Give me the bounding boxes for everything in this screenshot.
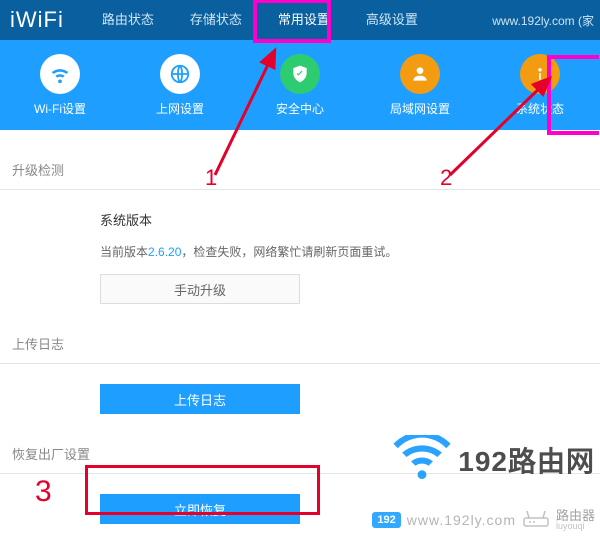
router-icon (522, 510, 550, 531)
tab-common-settings[interactable]: 常用设置 (260, 0, 348, 40)
nav-internet-settings[interactable]: 上网设置 (120, 40, 240, 130)
wifi-icon (392, 435, 452, 484)
section-title-upgrade: 升级检测 (0, 130, 600, 190)
logo: iWiFi (0, 7, 84, 33)
version-line: 当前版本2.6.20，检查失败，网络繁忙请刷新页面重试。 (100, 243, 600, 260)
tab-router-status[interactable]: 路由状态 (84, 0, 172, 40)
wifi-icon (40, 54, 80, 94)
header-url: www.192ly.com (家 (492, 12, 594, 29)
top-nav: iWiFi 路由状态 存储状态 常用设置 高级设置 www.192ly.com … (0, 0, 600, 40)
annotation-3: 3 (35, 475, 52, 509)
tab-storage-status[interactable]: 存储状态 (172, 0, 260, 40)
nav-label: 系统状态 (516, 100, 564, 117)
upload-log-button[interactable]: 上传日志 (100, 384, 300, 414)
nav-lan-settings[interactable]: 局域网设置 (360, 40, 480, 130)
restore-now-button[interactable]: 立即恢复 (100, 494, 300, 524)
section-title-log: 上传日志 (0, 304, 600, 364)
watermark-footer: 192 www.192ly.com 路由器 luyouqi (372, 509, 595, 531)
watermark-url: www.192ly.com (407, 512, 516, 528)
nav-label: 安全中心 (276, 100, 324, 117)
info-icon (520, 54, 560, 94)
version-prefix: 当前版本 (100, 245, 148, 259)
nav-label: 上网设置 (156, 100, 204, 117)
top-tabs: 路由状态 存储状态 常用设置 高级设置 (84, 0, 436, 40)
watermark-label-group: 路由器 luyouqi (556, 509, 595, 531)
tab-advanced-settings[interactable]: 高级设置 (348, 0, 436, 40)
nav-system-status[interactable]: 系统状态 (480, 40, 600, 130)
nav-label: Wi-Fi设置 (34, 100, 86, 117)
globe-icon (160, 54, 200, 94)
upgrade-body: 系统版本 当前版本2.6.20，检查失败，网络繁忙请刷新页面重试。 手动升级 (0, 210, 600, 304)
version-number: 2.6.20 (148, 245, 181, 259)
annotation-1: 1 (205, 165, 217, 191)
user-icon (400, 54, 440, 94)
nav-wifi-settings[interactable]: Wi-Fi设置 (0, 40, 120, 130)
icon-row: Wi-Fi设置 上网设置 安全中心 局域网设置 系统状态 (0, 40, 600, 130)
watermark-badge: 192 (372, 512, 400, 528)
log-body: 上传日志 (0, 384, 600, 414)
manual-upgrade-button[interactable]: 手动升级 (100, 274, 300, 304)
watermark-logo: 192路由网 (392, 435, 595, 484)
version-label: 系统版本 (100, 210, 600, 229)
version-suffix: ，检查失败，网络繁忙请刷新页面重试。 (181, 245, 397, 259)
nav-label: 局域网设置 (390, 100, 450, 117)
nav-security-center[interactable]: 安全中心 (240, 40, 360, 130)
annotation-2: 2 (440, 165, 452, 191)
watermark-text: 192路由网 (458, 440, 595, 480)
watermark-sub: luyouqi (556, 522, 595, 531)
shield-icon (280, 54, 320, 94)
